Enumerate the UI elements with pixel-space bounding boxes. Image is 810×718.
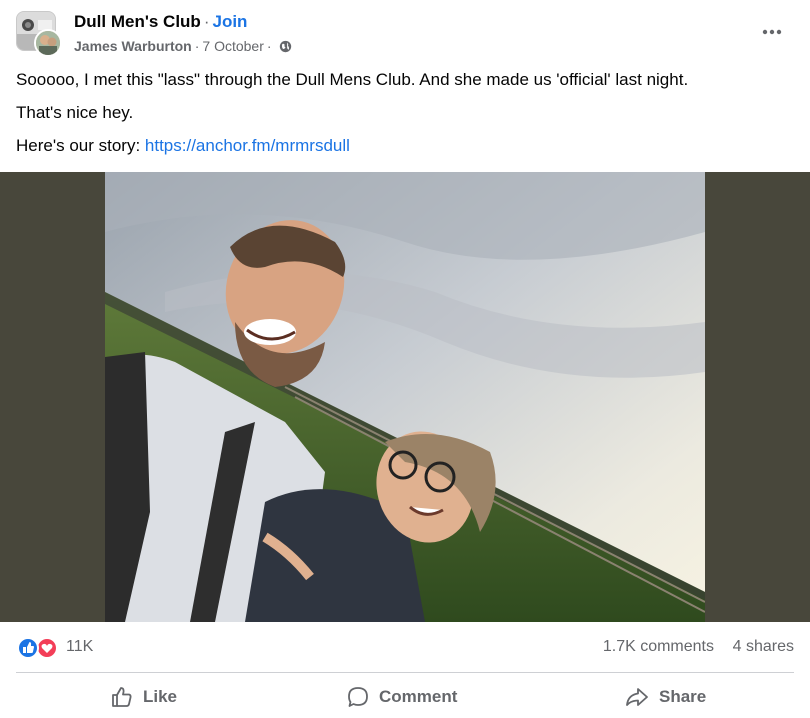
comment-bubble-icon [348, 687, 368, 707]
group-name-link[interactable]: Dull Men's Club [74, 12, 201, 31]
post-meta: James Warburton · 7 October · [74, 38, 292, 54]
post-header: Dull Men's Club · Join James Warburton · 7… [0, 0, 810, 60]
group-title-line: Dull Men's Club · Join [74, 12, 247, 32]
photo-container [0, 172, 810, 622]
post-date-link[interactable]: 7 October [202, 38, 263, 54]
more-options-button[interactable] [752, 16, 792, 48]
like-label: Like [143, 687, 178, 706]
reaction-count[interactable]: 11K [66, 638, 93, 656]
like-reaction-icon [17, 637, 39, 659]
globe-icon[interactable] [279, 40, 292, 53]
post-text-line: Here's our story: https://anchor.fm/mrmr… [16, 136, 350, 156]
post-stats: 11K 1.7K comments 4 shares [0, 630, 810, 664]
join-group-link[interactable]: Join [213, 12, 248, 31]
author-avatar[interactable] [34, 29, 62, 57]
post-text-prefix: Here's our story: [16, 136, 145, 155]
comment-button[interactable]: Comment [346, 676, 457, 718]
share-button[interactable]: Share [624, 676, 706, 718]
separator-dot: · [266, 38, 272, 54]
post-text-line: That's nice hey. [16, 103, 134, 122]
love-reaction-icon [36, 637, 58, 659]
author-name-link[interactable]: James Warburton [74, 38, 192, 54]
like-button[interactable]: Like [110, 676, 177, 718]
avatar-stack[interactable] [16, 11, 62, 57]
reactions-summary[interactable] [16, 637, 62, 659]
separator-dot: · [194, 38, 200, 54]
thumbs-up-icon [112, 687, 132, 707]
share-label: Share [659, 687, 707, 706]
shares-count[interactable]: 4 shares [733, 638, 794, 656]
share-arrow-icon [626, 688, 648, 706]
divider [16, 672, 794, 673]
action-bar: Like Comment Share [0, 676, 810, 718]
separator-dot: · [203, 12, 210, 31]
comment-label: Comment [379, 687, 458, 706]
more-options-icon [762, 29, 782, 35]
comments-count[interactable]: 1.7K comments [603, 638, 714, 656]
post-photo[interactable] [105, 172, 705, 622]
post-text-line: Sooooo, I met this "lass" through the Du… [16, 70, 689, 89]
story-link[interactable]: https://anchor.fm/mrmrsdull [145, 136, 350, 155]
